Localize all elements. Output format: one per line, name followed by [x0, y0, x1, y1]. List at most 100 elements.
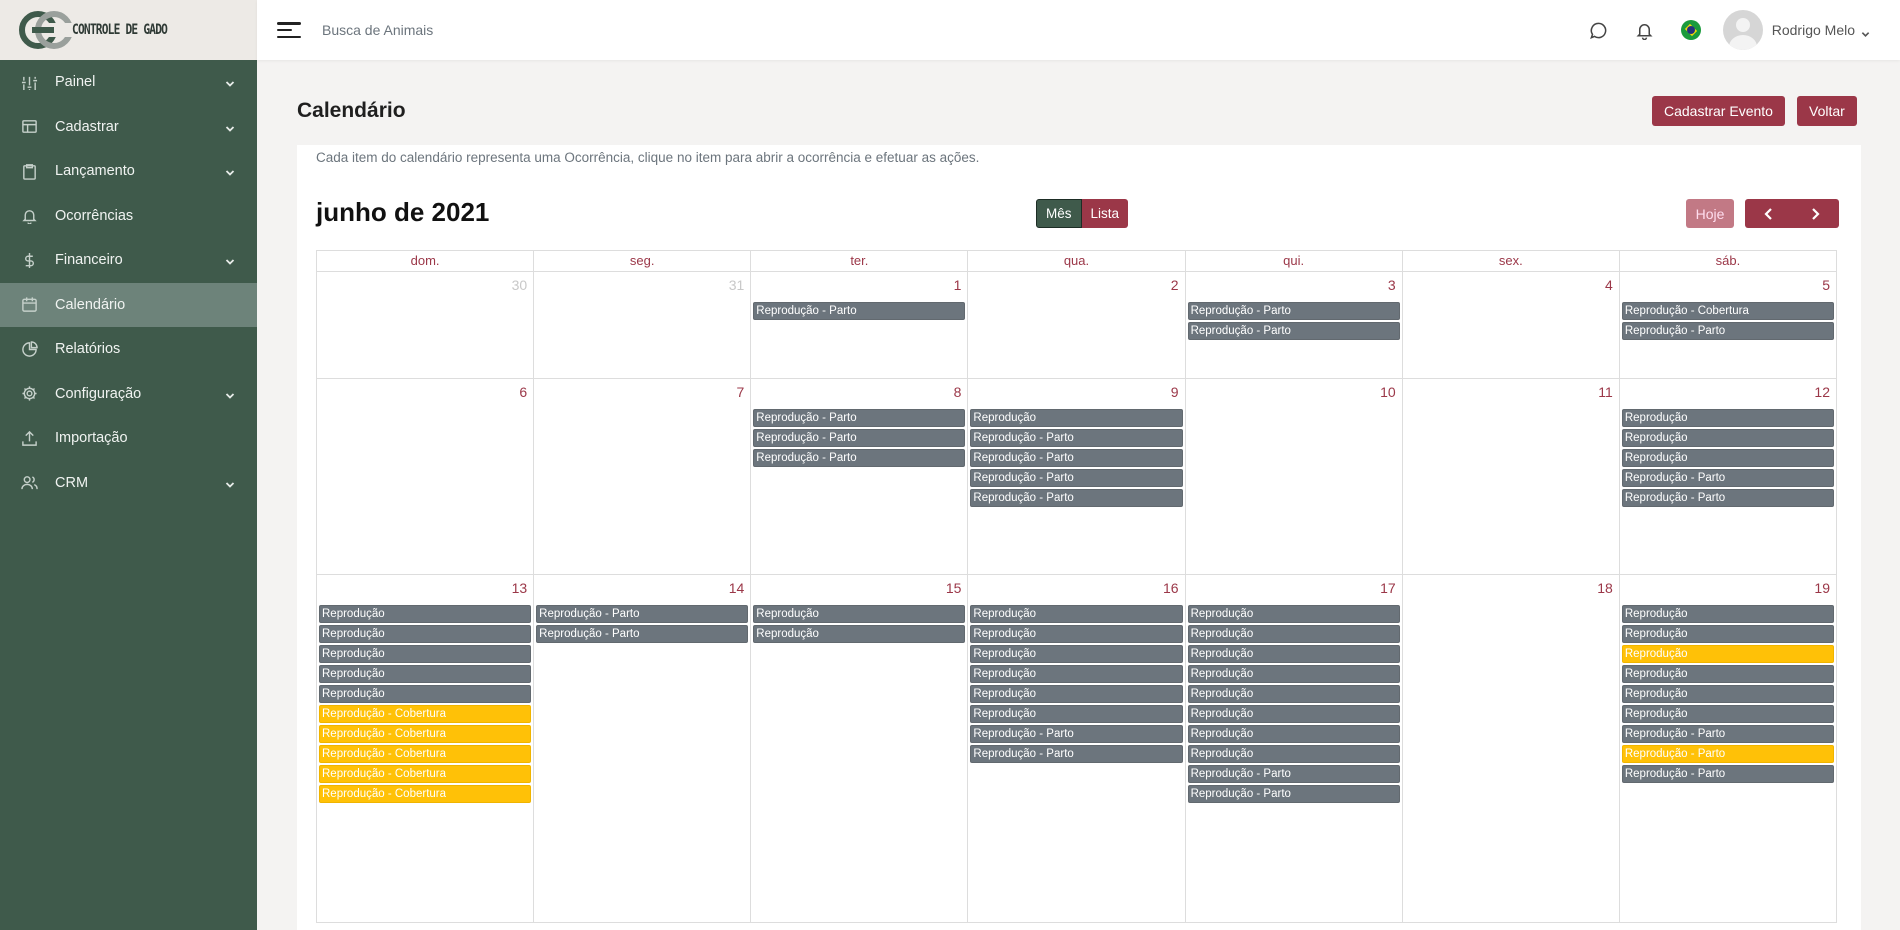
sidebar-item-sliders[interactable]: Painel	[0, 60, 257, 105]
chevron-down-icon[interactable]	[225, 255, 235, 265]
prev-month-button[interactable]	[1745, 199, 1792, 228]
calendar-event[interactable]: Reprodução	[1187, 685, 1400, 703]
add-event-button[interactable]: Cadastrar Evento	[1652, 96, 1785, 126]
calendar-event[interactable]: Reprodução - Parto	[753, 429, 966, 447]
sidebar-item-gear[interactable]: Configuração	[0, 372, 257, 417]
calendar-event[interactable]: Reprodução - Parto	[1621, 489, 1834, 507]
chat-icon[interactable]	[1589, 20, 1609, 40]
day-number[interactable]: 4	[1605, 277, 1613, 293]
next-month-button[interactable]	[1792, 199, 1839, 228]
day-number[interactable]: 19	[1814, 580, 1830, 596]
day-number[interactable]: 9	[1171, 384, 1179, 400]
calendar-event[interactable]: Reprodução - Parto	[970, 745, 1183, 763]
calendar-event[interactable]: Reprodução	[753, 605, 966, 623]
calendar-event[interactable]: Reprodução	[970, 665, 1183, 683]
back-button[interactable]: Voltar	[1797, 96, 1857, 126]
calendar-event[interactable]: Reprodução	[970, 409, 1183, 427]
calendar-event[interactable]: Reprodução	[970, 605, 1183, 623]
calendar-day[interactable]: 5 Reprodução - Cobertura Reprodução - Part…	[1620, 272, 1836, 378]
calendar-event[interactable]: Reprodução - Parto	[536, 605, 749, 623]
calendar-day[interactable]: 13 Reprodução Reprodução Reprodução Reproduç…	[317, 575, 535, 922]
calendar-day[interactable]: 6	[317, 379, 535, 574]
calendar-event[interactable]: Reprodução - Cobertura	[319, 705, 532, 723]
calendar-event[interactable]: Reprodução	[319, 685, 532, 703]
chevron-down-icon[interactable]	[225, 478, 235, 488]
calendar-event[interactable]: Reprodução	[1621, 409, 1834, 427]
calendar-event[interactable]: Reprodução	[1187, 705, 1400, 723]
calendar-day[interactable]: 1 Reprodução - Parto	[751, 272, 969, 378]
month-view-button[interactable]: Mês	[1036, 199, 1082, 228]
day-number[interactable]: 1	[954, 277, 962, 293]
user-name[interactable]: Rodrigo Melo	[1772, 22, 1855, 38]
calendar-day[interactable]: 9 Reprodução Reprodução - Parto Reprodução …	[968, 379, 1186, 574]
calendar-event[interactable]: Reprodução	[970, 645, 1183, 663]
calendar-event[interactable]: Reprodução - Parto	[536, 625, 749, 643]
list-view-button[interactable]: Lista	[1081, 199, 1129, 228]
day-number[interactable]: 5	[1822, 277, 1830, 293]
calendar-day[interactable]: 2	[968, 272, 1186, 378]
sidebar-item-dollar[interactable]: Financeiro	[0, 238, 257, 283]
calendar-day[interactable]: 11	[1403, 379, 1620, 574]
calendar-event[interactable]: Reprodução - Parto	[753, 409, 966, 427]
calendar-event[interactable]: Reprodução - Parto	[1621, 469, 1834, 487]
chevron-down-icon[interactable]	[225, 77, 235, 87]
day-number[interactable]: 12	[1814, 384, 1830, 400]
calendar-event[interactable]: Reprodução	[1187, 665, 1400, 683]
calendar-event[interactable]: Reprodução - Parto	[970, 469, 1183, 487]
calendar-event[interactable]: Reprodução	[319, 665, 532, 683]
calendar-day[interactable]: 8 Reprodução - Parto Reprodução - Parto Rep…	[751, 379, 969, 574]
day-number[interactable]: 15	[946, 580, 962, 596]
calendar-day[interactable]: 14 Reprodução - Parto Reprodução - Parto	[534, 575, 752, 922]
chevron-down-icon[interactable]	[225, 122, 235, 132]
calendar-event[interactable]: Reprodução	[970, 685, 1183, 703]
day-number[interactable]: 16	[1163, 580, 1179, 596]
day-number[interactable]: 6	[519, 384, 527, 400]
calendar-event[interactable]: Reprodução - Parto	[1621, 322, 1834, 340]
calendar-day[interactable]: 19 Reprodução Reprodução Reprodução Reproduç…	[1620, 575, 1836, 922]
user-avatar[interactable]	[1722, 10, 1763, 50]
calendar-event[interactable]: Reprodução - Parto	[1621, 765, 1834, 783]
day-number[interactable]: 30	[512, 277, 528, 293]
logo[interactable]: CONTROLE DE GADO	[0, 0, 257, 60]
calendar-day[interactable]: 18	[1403, 575, 1620, 922]
day-number[interactable]: 31	[729, 277, 745, 293]
day-number[interactable]: 13	[512, 580, 528, 596]
calendar-event[interactable]: Reprodução - Parto	[1187, 322, 1400, 340]
sidebar-item-users[interactable]: CRM	[0, 461, 257, 506]
calendar-event[interactable]: Reprodução	[753, 625, 966, 643]
calendar-event[interactable]: Reprodução - Parto	[753, 449, 966, 467]
calendar-day[interactable]: 7	[534, 379, 752, 574]
calendar-event[interactable]: Reprodução - Cobertura	[319, 785, 532, 803]
calendar-event[interactable]: Reprodução	[1187, 645, 1400, 663]
day-number[interactable]: 17	[1380, 580, 1396, 596]
calendar-day[interactable]: 31	[534, 272, 752, 378]
day-number[interactable]: 2	[1171, 277, 1179, 293]
calendar-event[interactable]: Reprodução	[970, 705, 1183, 723]
calendar-event[interactable]: Reprodução	[970, 625, 1183, 643]
calendar-event[interactable]: Reprodução - Parto	[1621, 745, 1834, 763]
calendar-event[interactable]: Reprodução	[1621, 429, 1834, 447]
calendar-event[interactable]: Reprodução	[1187, 725, 1400, 743]
calendar-event[interactable]: Reprodução	[1621, 449, 1834, 467]
calendar-day[interactable]: 30	[317, 272, 535, 378]
day-number[interactable]: 18	[1597, 580, 1613, 596]
calendar-event[interactable]: Reprodução	[1187, 745, 1400, 763]
calendar-event[interactable]: Reprodução - Parto	[970, 449, 1183, 467]
sidebar-item-calendar[interactable]: Calendário	[0, 282, 257, 327]
calendar-event[interactable]: Reprodução - Parto	[1187, 302, 1400, 320]
day-number[interactable]: 14	[729, 580, 745, 596]
brazil-flag-icon[interactable]	[1680, 20, 1701, 40]
day-number[interactable]: 11	[1598, 384, 1613, 400]
calendar-day[interactable]: 10	[1186, 379, 1403, 574]
calendar-event[interactable]: Reprodução	[319, 645, 532, 663]
sidebar-item-upload[interactable]: Importação	[0, 416, 257, 461]
calendar-event[interactable]: Reprodução - Cobertura	[319, 745, 532, 763]
calendar-event[interactable]: Reprodução	[1621, 665, 1834, 683]
calendar-event[interactable]: Reprodução - Parto	[1621, 725, 1834, 743]
today-button[interactable]: Hoje	[1686, 199, 1734, 228]
day-number[interactable]: 8	[954, 384, 962, 400]
calendar-event[interactable]: Reprodução	[1621, 645, 1834, 663]
calendar-day[interactable]: 16 Reprodução Reprodução Reprodução Reproduç…	[968, 575, 1186, 922]
calendar-event[interactable]: Reprodução	[1187, 625, 1400, 643]
sidebar-item-pie-chart[interactable]: Relatórios	[0, 327, 257, 372]
